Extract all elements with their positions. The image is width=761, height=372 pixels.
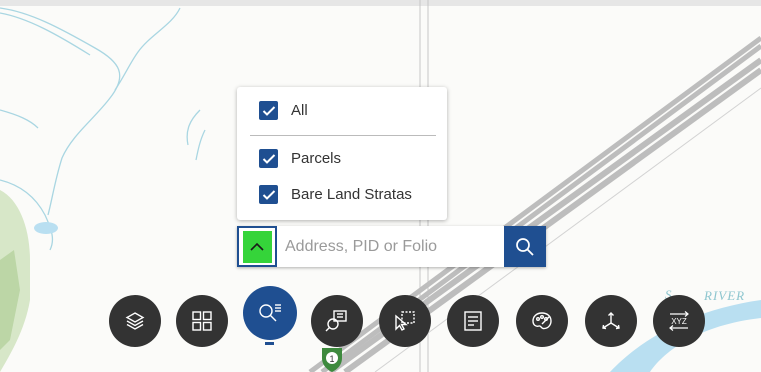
pond (34, 222, 58, 234)
checkbox-all-box[interactable] (259, 101, 278, 120)
checkmark-icon (262, 153, 275, 164)
checkbox-bare-land-stratas-label: Bare Land Stratas (291, 186, 412, 203)
chevron-up-icon (250, 242, 264, 251)
basemap-gallery-button[interactable] (176, 295, 228, 347)
search-button[interactable] (504, 226, 546, 267)
filter-toggle-highlight[interactable] (242, 230, 272, 263)
checkbox-bare-land-stratas-box[interactable] (259, 185, 278, 204)
filter-toggle-button[interactable] (237, 226, 277, 267)
layers-icon (125, 312, 145, 330)
coordinate-tools-button[interactable] (585, 295, 637, 347)
layers-button[interactable] (109, 295, 161, 347)
search-tool-button[interactable] (243, 286, 297, 340)
checkbox-parcels[interactable]: Parcels (259, 149, 341, 168)
palette-icon (532, 312, 552, 330)
search-bar (237, 226, 546, 267)
search-icon (516, 237, 534, 256)
checkbox-bare-land-stratas[interactable]: Bare Land Stratas (259, 185, 412, 204)
checkmark-icon (262, 189, 275, 200)
shield-number: 1 (329, 354, 334, 364)
grid-icon (192, 311, 212, 331)
select-icon (395, 311, 415, 331)
query-icon (325, 310, 347, 332)
styles-button[interactable] (516, 295, 568, 347)
select-button[interactable] (379, 295, 431, 347)
search-list-icon (259, 304, 281, 322)
checkmark-icon (262, 105, 275, 116)
checkbox-all[interactable]: All (259, 101, 308, 120)
table-icon (464, 311, 482, 331)
river-label: RIVER (703, 288, 745, 303)
divider (250, 135, 436, 136)
axes-icon (602, 312, 620, 330)
checkbox-parcels-box[interactable] (259, 149, 278, 168)
search-input[interactable] (281, 226, 509, 267)
active-tool-indicator (265, 342, 274, 345)
layer-filter-panel: All Parcels Bare Land Stratas (237, 87, 447, 220)
checkbox-all-label: All (291, 102, 308, 119)
checkbox-parcels-label: Parcels (291, 150, 342, 167)
xyz-label: XYZ (671, 317, 687, 326)
query-button[interactable] (311, 295, 363, 347)
xyz-icon: XYZ (669, 311, 689, 331)
coordinate-conversion-button[interactable]: XYZ (653, 295, 705, 347)
attribute-table-button[interactable] (447, 295, 499, 347)
